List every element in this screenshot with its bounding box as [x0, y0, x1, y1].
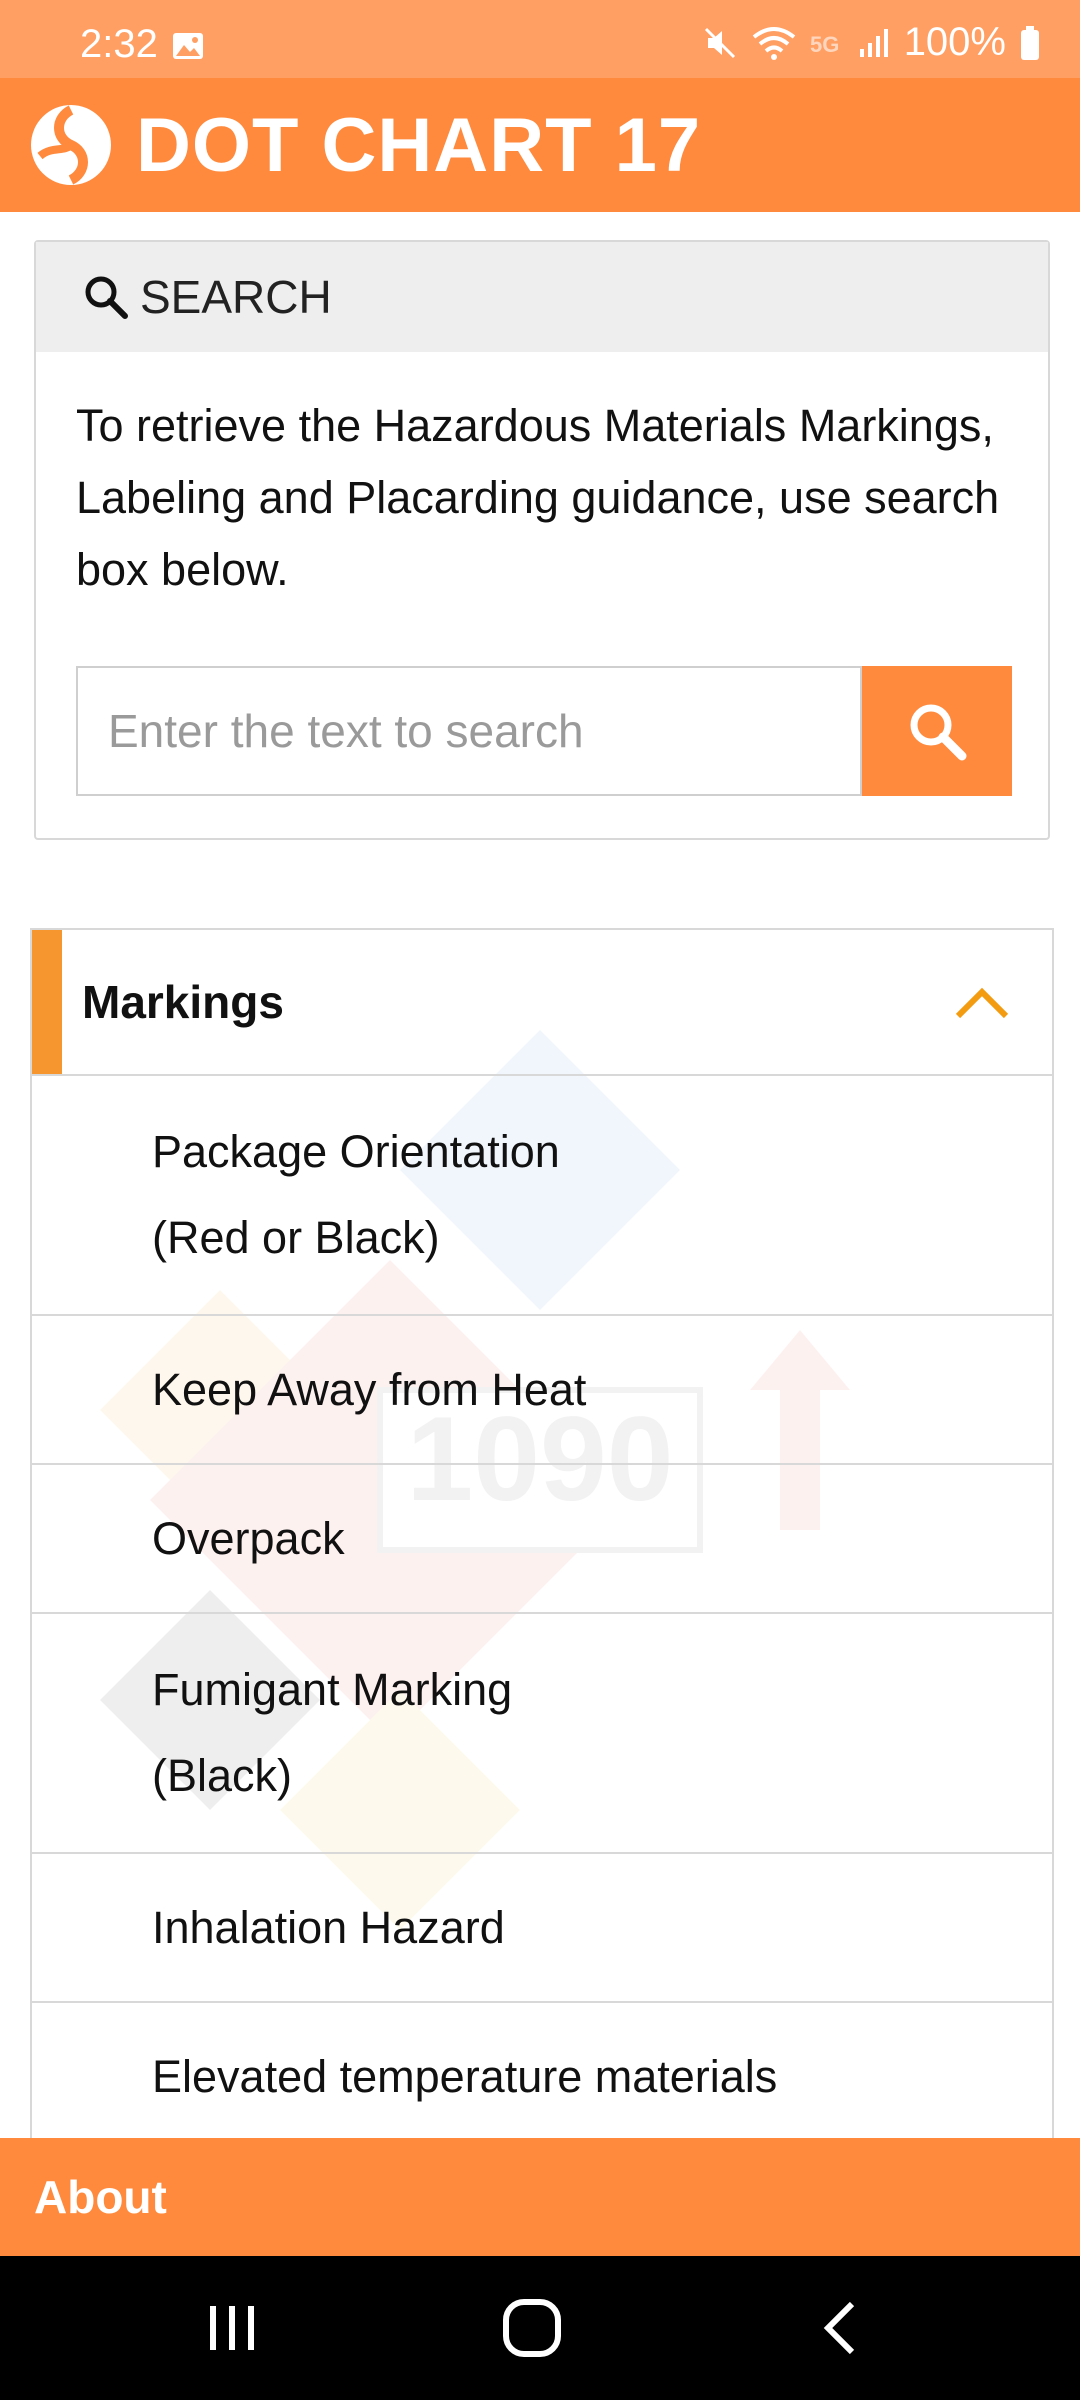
home-icon[interactable]: [500, 2296, 564, 2360]
search-card-header: SEARCH: [36, 242, 1048, 352]
mute-icon: [704, 27, 735, 58]
recents-icon[interactable]: [200, 2296, 264, 2360]
list-item-label: Keep Away from Heat: [152, 1363, 587, 1415]
search-icon: [85, 276, 128, 319]
markings-list: Package Orientation (Red or Black) Keep …: [32, 1076, 1052, 2138]
signal-icon: [859, 28, 888, 57]
about-link[interactable]: About: [34, 2170, 167, 2224]
list-item-inhalation-hazard[interactable]: Inhalation Hazard: [32, 1854, 1052, 2003]
about-bar[interactable]: About: [0, 2138, 1080, 2256]
search-card-title: SEARCH: [140, 271, 332, 323]
battery-percent: 100%: [903, 20, 1006, 64]
status-icons: 5G 100%: [702, 20, 1040, 65]
accordion-header-markings[interactable]: Markings: [32, 930, 1052, 1076]
chevron-up-icon[interactable]: [954, 978, 1010, 1026]
search-input[interactable]: [76, 666, 862, 796]
list-item-keep-away-from-heat[interactable]: Keep Away from Heat: [32, 1316, 1052, 1465]
app-title: DOT CHART 17: [136, 102, 702, 188]
accordion-title: Markings: [82, 976, 284, 1028]
wifi-icon: [752, 26, 795, 60]
list-item-label: Inhalation Hazard: [152, 1901, 505, 1953]
search-button[interactable]: [862, 666, 1012, 796]
list-item-fumigant-marking[interactable]: Fumigant Marking (Black): [32, 1614, 1052, 1854]
list-item-label: Package Orientation (Red or Black): [152, 1126, 560, 1263]
system-nav-bar: [0, 2256, 1080, 2400]
list-item-package-orientation[interactable]: Package Orientation (Red or Black): [32, 1076, 1052, 1316]
app-header: DOT CHART 17: [0, 78, 1080, 212]
list-item-label: Fumigant Marking (Black): [152, 1664, 513, 1801]
list-item-label: Overpack: [152, 1512, 345, 1564]
list-item-label: Elevated temperature materials: [152, 2050, 778, 2102]
status-time: 2:32: [80, 22, 158, 66]
dot-logo-icon: [31, 105, 111, 185]
battery-icon: [1021, 25, 1039, 60]
image-icon: [173, 33, 203, 59]
search-description: To retrieve the Hazardous Materials Mark…: [76, 400, 1000, 595]
back-icon[interactable]: [810, 2296, 874, 2360]
search-card: SEARCH To retrieve the Hazardous Materia…: [34, 240, 1050, 840]
list-item-elevated-temperature[interactable]: Elevated temperature materials: [32, 2003, 1052, 2138]
accordion-accent-bar: [32, 930, 62, 1074]
status-bar: 2:32 5G 100%: [0, 0, 1080, 78]
search-icon: [910, 704, 967, 761]
5g-icon: 5G: [810, 32, 839, 57]
markings-accordion: Markings Package Orientation (Red or Bla…: [30, 928, 1054, 2138]
svg-text:5G: 5G: [810, 32, 839, 57]
list-item-overpack[interactable]: Overpack: [32, 1465, 1052, 1614]
